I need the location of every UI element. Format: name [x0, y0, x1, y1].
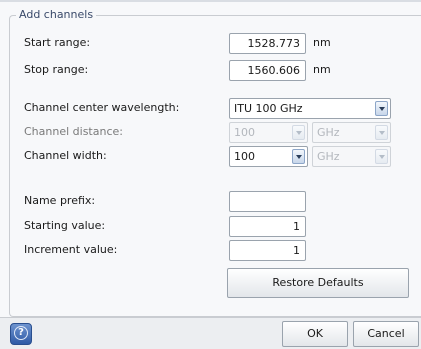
restore-defaults-button[interactable]: Restore Defaults: [227, 268, 409, 298]
group-title: Add channels: [16, 8, 97, 22]
starting-value-label: Starting value:: [24, 219, 106, 232]
help-icon[interactable]: ?: [10, 323, 32, 345]
start-range-unit: nm: [313, 36, 331, 49]
starting-value-input[interactable]: 1: [229, 216, 306, 237]
channel-distance-label: Channel distance:: [24, 125, 123, 138]
channel-width-unit-select: GHz: [312, 146, 391, 167]
chevron-down-icon[interactable]: [375, 101, 388, 116]
channel-width-select[interactable]: 100: [229, 146, 308, 167]
channel-width-unit: GHz: [317, 150, 340, 163]
start-range-label: Start range:: [24, 36, 91, 49]
start-range-input[interactable]: 1528.773: [229, 33, 306, 54]
cancel-button[interactable]: Cancel: [353, 321, 419, 347]
increment-value-label: Increment value:: [24, 243, 118, 256]
channel-width-value: 100: [234, 150, 255, 163]
increment-value-input[interactable]: 1: [229, 240, 306, 261]
chevron-down-icon[interactable]: [292, 149, 305, 164]
center-wavelength-select[interactable]: ITU 100 GHz: [229, 98, 391, 119]
chevron-down-icon: [292, 125, 305, 140]
top-separator: [0, 0, 421, 2]
center-wavelength-label: Channel center wavelength:: [24, 101, 180, 114]
stop-range-input[interactable]: 1560.606: [229, 60, 306, 81]
channel-distance-unit-select: GHz: [312, 122, 391, 143]
center-wavelength-value: ITU 100 GHz: [234, 102, 303, 115]
stop-range-unit: nm: [313, 63, 331, 76]
channel-width-label: Channel width:: [24, 149, 107, 162]
ok-button[interactable]: OK: [282, 321, 348, 347]
name-prefix-label: Name prefix:: [24, 194, 96, 207]
channel-distance-value: 100: [234, 126, 255, 139]
stop-range-label: Stop range:: [24, 63, 89, 76]
name-prefix-input[interactable]: [229, 191, 306, 212]
channel-distance-select: 100: [229, 122, 308, 143]
chevron-down-icon: [375, 149, 388, 164]
dialog-footer: ? OK Cancel: [0, 317, 421, 349]
channel-distance-unit: GHz: [317, 126, 340, 139]
chevron-down-icon: [375, 125, 388, 140]
